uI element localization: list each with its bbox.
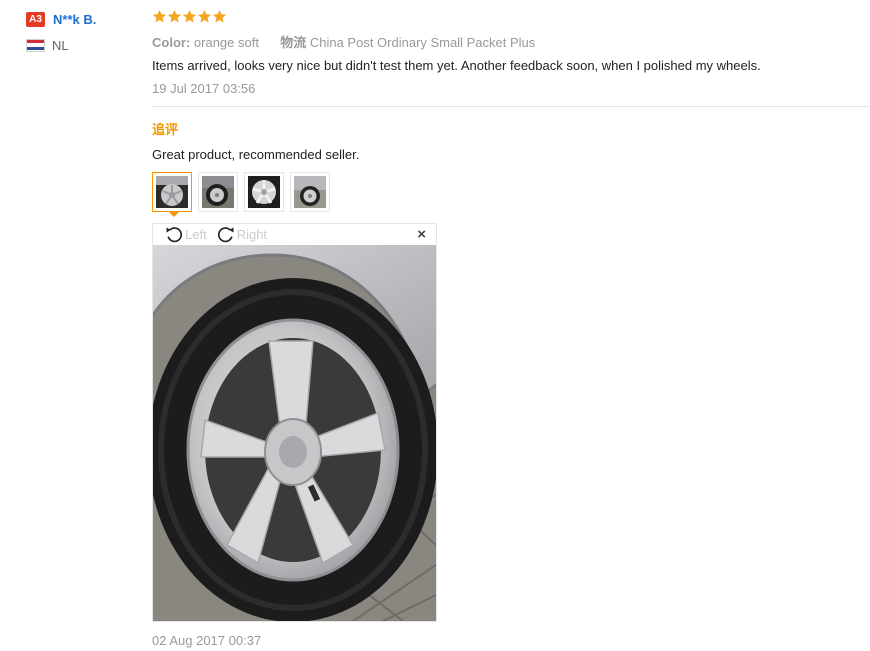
thumbnail-photo-4[interactable] <box>290 172 330 212</box>
wheel-photo-icon <box>202 176 234 208</box>
thumbnail-photo-3[interactable] <box>244 172 284 212</box>
review-text: Items arrived, looks very nice but didn'… <box>152 58 761 73</box>
rotate-right-label: Right <box>236 227 268 242</box>
additional-feedback-date: 02 Aug 2017 00:37 <box>152 633 262 648</box>
star-icon <box>197 9 212 23</box>
viewer-toolbar: Left Right × <box>153 224 436 245</box>
netherlands-flag-icon <box>26 38 45 52</box>
star-icon <box>182 9 197 23</box>
order-info: Color: orange soft 物流 China Post Ordinar… <box>152 32 535 51</box>
rotate-left-label: Left <box>185 227 207 242</box>
additional-feedback-label: 追评 <box>152 122 179 137</box>
close-viewer-button[interactable]: × <box>417 227 426 242</box>
photo-viewer: Left Right × <box>152 223 437 622</box>
additional-feedback-text: Great product, recommended seller. <box>152 147 360 162</box>
wheel-photo-icon <box>248 176 280 208</box>
wheel-photo-image <box>153 245 436 621</box>
rotate-left-icon <box>166 226 183 242</box>
shipping-label: 物流 <box>280 35 307 50</box>
divider <box>152 106 870 107</box>
rotate-right-button[interactable]: Right <box>215 225 267 245</box>
country-code: NL <box>52 37 69 53</box>
thumbnail-photo-1[interactable] <box>152 172 192 212</box>
color-label: Color: <box>152 35 191 50</box>
color-value: orange soft <box>193 35 259 50</box>
active-thumbnail-pointer <box>168 211 180 217</box>
reviewer-info: A3 N**k B. NL <box>26 10 141 53</box>
review-date: 19 Jul 2017 03:56 <box>152 81 256 96</box>
wheel-photo-icon <box>294 176 326 208</box>
user-row: A3 N**k B. <box>26 10 141 28</box>
thumbnail-photo-2[interactable] <box>198 172 238 212</box>
wheel-photo-icon <box>156 176 188 208</box>
shipping-value: China Post Ordinary Small Packet Plus <box>309 35 536 50</box>
star-rating <box>152 9 227 24</box>
buyer-level-badge: A3 <box>26 11 45 27</box>
enlarged-wheel-photo <box>153 245 436 621</box>
country-row: NL <box>26 37 141 53</box>
star-icon <box>152 9 167 23</box>
star-icon <box>212 9 227 23</box>
rotate-right-icon <box>217 226 234 242</box>
star-icon <box>167 9 182 23</box>
reviewer-name[interactable]: N**k B. <box>53 12 96 27</box>
rotate-left-button[interactable]: Left <box>163 225 207 245</box>
photo-thumbnails <box>152 172 336 212</box>
